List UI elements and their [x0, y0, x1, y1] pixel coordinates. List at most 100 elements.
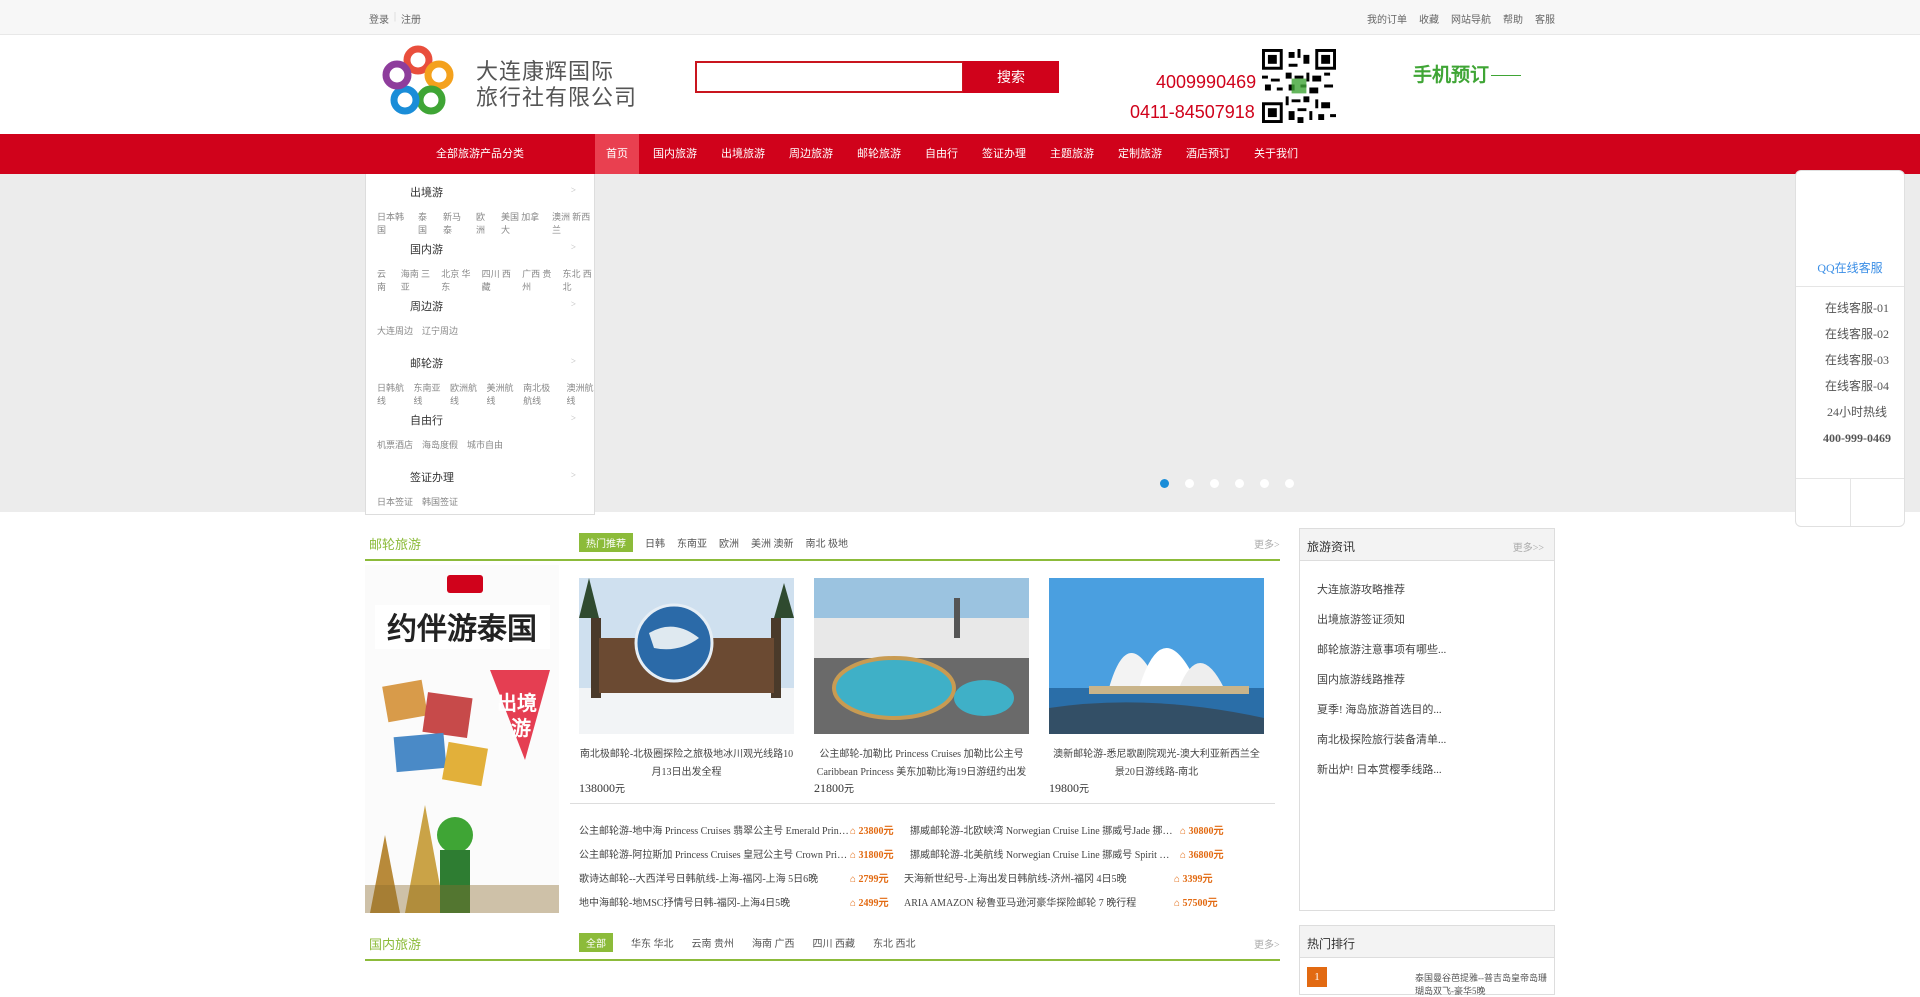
news-item[interactable]: 大连旅游攻略推荐 — [1317, 581, 1554, 611]
promo-banner-thailand[interactable]: 约伴游泰国 出境 游 — [365, 565, 559, 913]
product-image-arctic[interactable] — [579, 578, 794, 734]
search-input[interactable] — [695, 61, 964, 93]
product-title[interactable]: 公主邮轮-加勒比 Princess Cruises 加勒比公主号 Caribbe… — [814, 746, 1029, 782]
tab-hot[interactable]: 热门推荐 — [579, 533, 633, 552]
banner-dot[interactable] — [1285, 479, 1294, 488]
chevron-right-icon: > — [570, 470, 576, 480]
tab-japan-korea[interactable]: 日韩 — [645, 533, 665, 552]
site-nav-link[interactable]: 网站导航 — [1451, 11, 1491, 26]
news-item[interactable]: 国内旅游线路推荐 — [1317, 671, 1554, 701]
tab-all[interactable]: 全部 — [579, 933, 613, 952]
banner-dot[interactable] — [1260, 479, 1269, 488]
list-item[interactable]: 地中海邮轮-地MSC抒情号日韩-福冈-上海4日5晚 — [579, 894, 849, 909]
more-link[interactable]: 更多> — [1254, 936, 1280, 951]
category-group[interactable]: 出境游 > 日本韩国 泰国 新马泰 欧洲 美国 加拿大 澳洲 新西兰 — [366, 174, 594, 235]
category-group[interactable]: 邮轮游 > 日韩航线 东南亚线 欧洲航线 美洲航线 南北极航线 澳洲航线 — [366, 345, 594, 406]
category-title[interactable]: 周边游 — [410, 298, 443, 314]
nav-items: 首页 国内旅游 出境旅游 周边旅游 邮轮旅游 自由行 签证办理 主题旅游 定制旅… — [595, 134, 1312, 174]
category-group[interactable]: 签证办理 > 日本签证 韩国签证 — [366, 459, 594, 516]
ranking-item[interactable]: 泰国曼谷芭提雅--普吉岛皇帝岛珊瑚岛双飞-豪华5晚 — [1415, 971, 1554, 997]
promo-label: 出境 — [497, 691, 537, 715]
all-categories-button[interactable]: 全部旅游产品分类 — [365, 134, 595, 174]
category-link[interactable]: 城市自由 — [467, 438, 503, 451]
nav-item-cruise[interactable]: 邮轮旅游 — [847, 134, 911, 174]
product-card[interactable]: 公主邮轮-加勒比 Princess Cruises 加勒比公主号 Caribbe… — [814, 578, 1029, 782]
nav-item-home[interactable]: 首页 — [595, 134, 639, 174]
nav-item-outbound[interactable]: 出境旅游 — [711, 134, 775, 174]
news-item[interactable]: 南北极探险旅行装备清单... — [1317, 731, 1554, 761]
nav-item-nearby[interactable]: 周边旅游 — [779, 134, 843, 174]
news-item[interactable]: 出境旅游签证须知 — [1317, 611, 1554, 641]
product-image-cruise-deck[interactable] — [814, 578, 1029, 734]
news-item[interactable]: 新出炉! 日本赏樱季线路... — [1317, 761, 1554, 791]
product-image-sydney[interactable] — [1049, 578, 1264, 734]
more-link[interactable]: 更多>> — [1513, 539, 1544, 554]
category-title[interactable]: 自由行 — [410, 412, 443, 428]
banner-dot[interactable] — [1210, 479, 1219, 488]
nav-item-custom[interactable]: 定制旅游 — [1108, 134, 1172, 174]
category-title[interactable]: 国内游 — [410, 241, 443, 257]
tab-sichuan-tibet[interactable]: 四川 西藏 — [813, 933, 856, 952]
category-title[interactable]: 签证办理 — [410, 469, 454, 485]
qq-service-item[interactable]: 在线客服-02 — [1796, 321, 1904, 347]
list-item[interactable]: 挪威邮轮游-北欧峡湾 Norwegian Cruise Line 挪威号Jade… — [910, 822, 1175, 837]
qq-service-item[interactable]: 在线客服-04 — [1796, 373, 1904, 399]
tab-polar[interactable]: 南北 极地 — [806, 533, 849, 552]
search-button[interactable]: 搜索 — [963, 61, 1059, 93]
category-group[interactable]: 自由行 > 机票酒店 海岛度假 城市自由 — [366, 402, 594, 459]
list-item[interactable]: 天海新世纪号-上海出发日韩航线-济州-福冈 4日5晚 — [904, 870, 1169, 885]
tab-europe[interactable]: 欧洲 — [719, 533, 739, 552]
hero-banner[interactable] — [0, 174, 1920, 512]
nav-item-about[interactable]: 关于我们 — [1244, 134, 1308, 174]
banner-dot[interactable] — [1235, 479, 1244, 488]
register-link[interactable]: 注册 — [401, 11, 421, 26]
price-value: 30800 — [1188, 826, 1214, 837]
price-unit: 元 — [883, 850, 894, 861]
mobile-booking-label[interactable]: 手机预订 — [1413, 60, 1521, 87]
product-title[interactable]: 南北极邮轮-北极圈探险之旅极地冰川观光线路10月13日出发全程 — [579, 746, 794, 782]
tab-northeast-northwest[interactable]: 东北 西北 — [873, 933, 916, 952]
category-link[interactable]: 日本签证 — [377, 495, 413, 508]
service-link[interactable]: 客服 — [1535, 11, 1555, 26]
category-link[interactable]: 韩国签证 — [422, 495, 458, 508]
category-link[interactable]: 海岛度假 — [422, 438, 458, 451]
banner-dot[interactable] — [1160, 479, 1169, 488]
tab-america[interactable]: 美洲 澳新 — [751, 533, 794, 552]
category-link[interactable]: 辽宁周边 — [422, 324, 458, 337]
qq-service-item[interactable]: 在线客服-01 — [1796, 295, 1904, 321]
tab-yunnan-guizhou[interactable]: 云南 贵州 — [692, 933, 735, 952]
tab-east-north[interactable]: 华东 华北 — [631, 933, 674, 952]
login-link[interactable]: 登录 — [369, 11, 389, 26]
nav-item-domestic[interactable]: 国内旅游 — [643, 134, 707, 174]
qq-service-item[interactable]: 在线客服-03 — [1796, 347, 1904, 373]
list-item[interactable]: 公主邮轮游-阿拉斯加 Princess Cruises 皇冠公主号 Crown … — [579, 846, 849, 861]
list-item[interactable]: 歌诗达邮轮--大西洋号日韩航线-上海-福冈-上海 5日6晚 — [579, 870, 849, 885]
category-group[interactable]: 周边游 > 大连周边 辽宁周边 — [366, 288, 594, 345]
product-card[interactable]: 澳新邮轮游-悉尼歌剧院观光-澳大利亚新西兰全景20日游线路-南北 — [1049, 578, 1264, 782]
help-link[interactable]: 帮助 — [1503, 11, 1523, 26]
nav-item-hotel[interactable]: 酒店预订 — [1176, 134, 1240, 174]
category-link[interactable]: 机票酒店 — [377, 438, 413, 451]
nav-item-visa[interactable]: 签证办理 — [972, 134, 1036, 174]
list-item[interactable]: 公主邮轮游-地中海 Princess Cruises 翡翠公主号 Emerald… — [579, 822, 849, 837]
banner-dot[interactable] — [1185, 479, 1194, 488]
nav-item-free-travel[interactable]: 自由行 — [915, 134, 968, 174]
more-link[interactable]: 更多> — [1254, 536, 1280, 551]
section-divider — [365, 559, 1280, 561]
category-title[interactable]: 出境游 — [410, 184, 443, 200]
nav-item-theme[interactable]: 主题旅游 — [1040, 134, 1104, 174]
list-item[interactable]: 挪威邮轮游-北美航线 Norwegian Cruise Line 挪威号 Spi… — [910, 846, 1175, 861]
news-item[interactable]: 邮轮旅游注意事项有哪些... — [1317, 641, 1554, 671]
news-item[interactable]: 夏季! 海岛旅游首选目的... — [1317, 701, 1554, 731]
product-title[interactable]: 澳新邮轮游-悉尼歌剧院观光-澳大利亚新西兰全景20日游线路-南北 — [1049, 746, 1264, 782]
tab-southeast-asia[interactable]: 东南亚 — [677, 533, 707, 552]
favorites-link[interactable]: 收藏 — [1419, 11, 1439, 26]
tab-hainan-guangxi[interactable]: 海南 广西 — [752, 933, 795, 952]
orders-link[interactable]: 我的订单 — [1367, 11, 1407, 26]
category-link[interactable]: 大连周边 — [377, 324, 413, 337]
category-title[interactable]: 邮轮游 — [410, 355, 443, 371]
price-unit: 元 — [844, 784, 854, 795]
list-item[interactable]: ARIA AMAZON 秘鲁亚马逊河豪华探险邮轮 7 晚行程 — [904, 894, 1169, 909]
product-card[interactable]: 南北极邮轮-北极圈探险之旅极地冰川观光线路10月13日出发全程 — [579, 578, 794, 782]
category-group[interactable]: 国内游 > 云南 海南 三亚 北京 华东 四川 西藏 广西 贵州 东北 西北 — [366, 231, 594, 292]
